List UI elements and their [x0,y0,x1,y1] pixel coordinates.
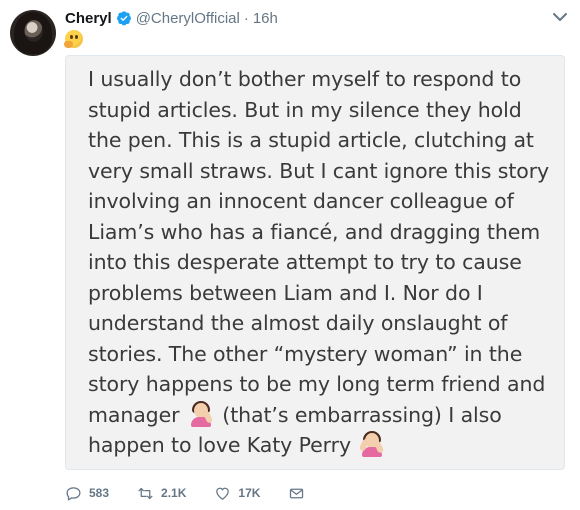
reply-button[interactable]: 583 [65,485,109,502]
thinking-face-emoji [64,30,83,48]
image-text-line: involving an innocent dancer colleague o… [88,189,514,213]
direct-message-button[interactable] [288,485,312,502]
image-text-line: very small straws. But I cant ignore thi… [88,158,550,183]
image-text-fragment: happen to love Katy Perry [88,433,351,457]
verified-badge-icon [116,10,132,26]
author-handle[interactable]: @CherylOfficial [136,10,240,27]
tweet[interactable]: Cheryl @CherylOfficial · 16h I usually d… [0,0,580,510]
image-text-line: problems between Liam and I. Nor do I [88,280,483,305]
tweet-actions: 583 2.1K 17K [65,483,340,503]
woman-facepalming-emoji [188,400,214,427]
like-count: 17K [238,486,261,500]
envelope-icon [290,488,304,498]
image-text-line: stories. The other “mystery woman” in th… [88,341,523,366]
retweet-button[interactable]: 2.1K [137,485,186,502]
image-text-fragment: (that’s embarrassing) I also [222,402,502,427]
image-text-line: the pen. This is a stupid article, clutc… [88,128,534,152]
image-text-line: I usually don’t bother myself to respond… [88,67,522,91]
reply-count: 583 [89,486,110,500]
retweet-icon [138,487,153,499]
retweet-count: 2.1K [161,486,187,500]
image-text-line: Liam’s who has a fiancé, and dragging th… [88,219,541,244]
like-button[interactable]: 17K [214,485,260,502]
image-text-line: story happens to be my long term friend … [88,372,546,396]
image-text-fragment: manager [88,402,180,427]
author-name[interactable]: Cheryl [65,10,112,27]
heart-icon [216,487,230,500]
woman-shrugging-emoji [359,431,385,457]
tweet-image[interactable]: I usually don’t bother myself to respond… [65,55,565,470]
image-text-line: manager (that’s embarrassing) I also [88,400,544,431]
avatar[interactable] [10,10,56,56]
chevron-down-icon[interactable] [553,12,567,22]
image-text-line: stupid articles. But in my silence they … [88,97,522,122]
image-text-line: understand the almost daily onslaught of [88,311,508,335]
tweet-header: Cheryl @CherylOfficial · 16h [65,8,278,28]
image-text-line: into this desperate attempt to try to ca… [88,250,522,274]
tweet-text [64,30,83,48]
separator-dot: · [243,9,249,27]
timestamp[interactable]: 16h [253,10,278,27]
image-text: I usually don’t bother myself to respond… [88,64,550,461]
reply-icon [66,486,81,501]
image-text-line: happen to love Katy Perry [88,430,544,461]
